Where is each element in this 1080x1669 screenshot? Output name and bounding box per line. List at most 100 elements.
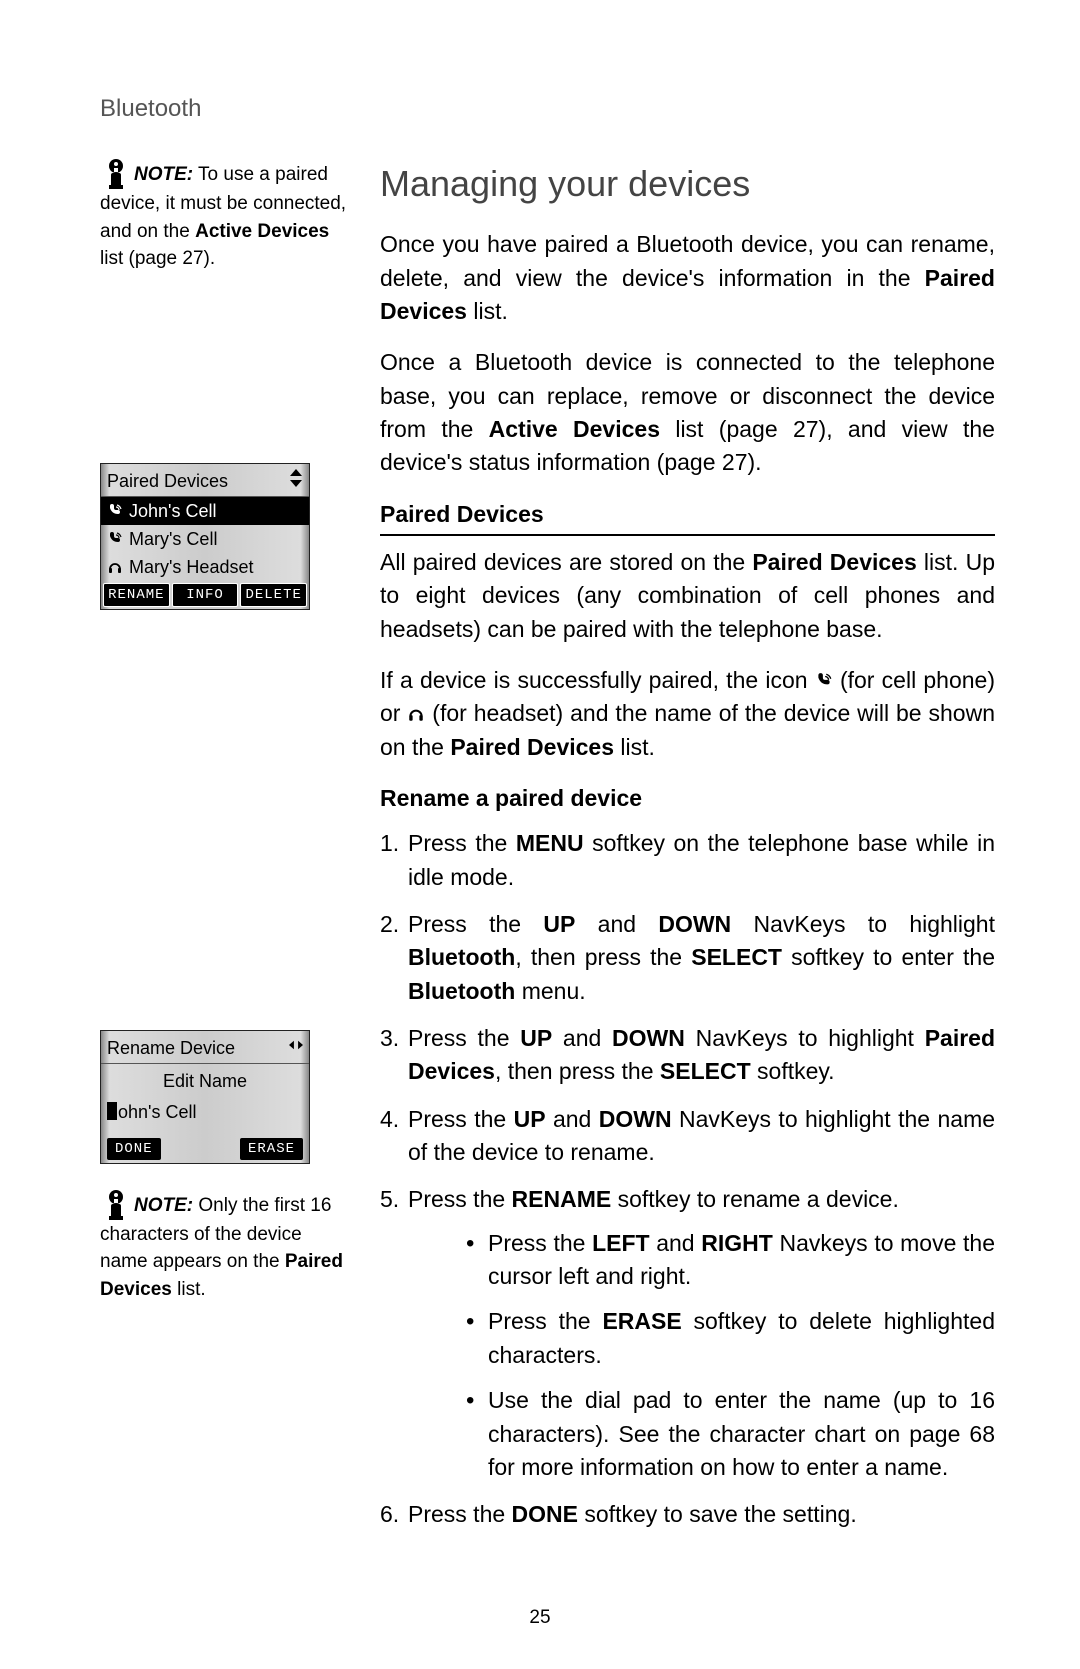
step-item: Press the MENU softkey on the telephone … — [380, 827, 995, 894]
bold-text: DOWN — [599, 1106, 672, 1132]
text: Press the — [408, 1106, 514, 1132]
lcd-title-row: Rename Device — [101, 1031, 309, 1064]
step-item: Press the DONE softkey to save the setti… — [380, 1498, 995, 1531]
bold-text: Paired Devices — [450, 734, 614, 760]
leftright-arrow-icon — [289, 1035, 303, 1061]
subsection-heading: Rename a paired device — [380, 782, 995, 815]
note-text: list. — [172, 1279, 206, 1300]
text: NavKeys to highlight — [685, 1025, 925, 1051]
bullet-list: Press the LEFT and RIGHT Navkeys to move… — [408, 1227, 995, 1484]
text: list. — [467, 298, 508, 324]
bold-text: RENAME — [512, 1186, 612, 1212]
page-title: Managing your devices — [380, 158, 995, 210]
step-item: Press the UP and DOWN NavKeys to highlig… — [380, 1022, 995, 1089]
note-bold: Active Devices — [195, 221, 329, 242]
lcd-row-label: Mary's Cell — [129, 526, 217, 552]
lcd-softkey-row: RENAME INFO DELETE — [101, 581, 309, 609]
info-icon — [100, 1189, 132, 1221]
bold-text: SELECT — [691, 944, 782, 970]
page-number: 25 — [0, 1607, 1080, 1629]
lcd-title-row: Paired Devices — [101, 464, 309, 497]
phone-signal-icon — [107, 531, 123, 547]
text: Once you have paired a Bluetooth device,… — [380, 231, 995, 290]
bold-text: Bluetooth — [408, 978, 515, 1004]
lcd-rename-device: Rename Device Edit Name ohn's Cell DONE … — [100, 1030, 310, 1164]
lcd-row-label: John's Cell — [129, 498, 216, 524]
bold-text: UP — [543, 911, 575, 937]
phone-signal-icon — [107, 503, 123, 519]
softkey-done: DONE — [107, 1138, 161, 1160]
softkey-info: INFO — [172, 583, 239, 607]
bold-text: Bluetooth — [408, 944, 515, 970]
phone-signal-icon — [815, 667, 833, 693]
text: Press the — [408, 1025, 520, 1051]
bullet-item: Use the dial pad to enter the name (up t… — [466, 1384, 995, 1484]
text: menu. — [515, 978, 585, 1004]
lcd-row: Mary's Cell — [101, 525, 309, 553]
softkey-delete: DELETE — [240, 583, 307, 607]
text: Press the — [408, 1186, 512, 1212]
bold-text: SELECT — [660, 1058, 751, 1084]
section-header: Bluetooth — [100, 95, 995, 123]
bold-text: RIGHT — [701, 1230, 773, 1256]
paragraph: Once you have paired a Bluetooth device,… — [380, 228, 995, 328]
bold-text: Active Devices — [489, 416, 660, 442]
text: NavKeys to highlight — [731, 911, 995, 937]
bold-text: Paired Devices — [752, 549, 916, 575]
text-cursor — [107, 1102, 117, 1120]
paragraph: All paired devices are stored on the Pai… — [380, 546, 995, 646]
paragraph: Once a Bluetooth device is connected to … — [380, 346, 995, 479]
text: , then press the — [515, 944, 691, 970]
text: All paired devices are stored on the — [380, 549, 752, 575]
headset-icon — [407, 700, 425, 726]
lcd-paired-devices: Paired Devices John's Cell Mary's Cell — [100, 463, 310, 611]
lcd-edit-value: ohn's Cell — [118, 1102, 196, 1122]
text: Use the dial pad to enter the name (up t… — [488, 1387, 995, 1480]
lcd-title: Rename Device — [107, 1035, 235, 1061]
bold-text: DONE — [512, 1501, 578, 1527]
lcd-subtitle: Edit Name — [101, 1064, 309, 1096]
note-block-2: NOTE: Only the first 16 characters of th… — [100, 1189, 350, 1304]
step-item: Press the UP and DOWN NavKeys to highlig… — [380, 1103, 995, 1170]
paragraph: If a device is successfully paired, the … — [380, 664, 995, 764]
text: Press the — [408, 1501, 512, 1527]
bold-text: MENU — [516, 830, 584, 856]
text: Press the — [408, 830, 516, 856]
lcd-row-label: Mary's Headset — [129, 554, 253, 580]
lcd-softkey-row: DONE ERASE — [101, 1135, 309, 1163]
text: and — [650, 1230, 702, 1256]
text: softkey to enter the — [782, 944, 995, 970]
text: and — [575, 911, 658, 937]
text: softkey to save the setting. — [578, 1501, 857, 1527]
step-item: Press the UP and DOWN NavKeys to highlig… — [380, 908, 995, 1008]
lcd-edit-field: ohn's Cell — [101, 1097, 309, 1135]
lcd-title: Paired Devices — [107, 468, 228, 494]
softkey-erase: ERASE — [240, 1138, 303, 1160]
lcd-row-selected: John's Cell — [101, 497, 309, 525]
text: Press the — [488, 1230, 592, 1256]
bold-text: ERASE — [602, 1308, 681, 1334]
text: list. — [614, 734, 655, 760]
note-block-1: NOTE: To use a paired device, it must be… — [100, 158, 350, 273]
info-icon — [100, 158, 132, 190]
main-content: Managing your devices Once you have pair… — [380, 158, 995, 1546]
sidebar: NOTE: To use a paired device, it must be… — [100, 158, 350, 1546]
bold-text: UP — [520, 1025, 552, 1051]
step-item: Press the RENAME softkey to rename a dev… — [380, 1183, 995, 1484]
bold-text: DOWN — [658, 911, 731, 937]
bold-text: DOWN — [612, 1025, 685, 1051]
section-heading: Paired Devices — [380, 498, 995, 536]
note-text: list (page 27). — [100, 248, 215, 269]
text: Press the — [408, 911, 543, 937]
headset-icon — [107, 559, 123, 575]
softkey-rename: RENAME — [103, 583, 170, 607]
step-list: Press the MENU softkey on the telephone … — [380, 827, 995, 1531]
text: , then press the — [495, 1058, 660, 1084]
note-label: NOTE: — [134, 164, 193, 185]
lcd-row: Mary's Headset — [101, 553, 309, 581]
text: Press the — [488, 1308, 602, 1334]
bold-text: LEFT — [592, 1230, 650, 1256]
updown-arrow-icon — [289, 468, 303, 494]
note-label: NOTE: — [134, 1195, 193, 1216]
bullet-item: Press the LEFT and RIGHT Navkeys to move… — [466, 1227, 995, 1294]
